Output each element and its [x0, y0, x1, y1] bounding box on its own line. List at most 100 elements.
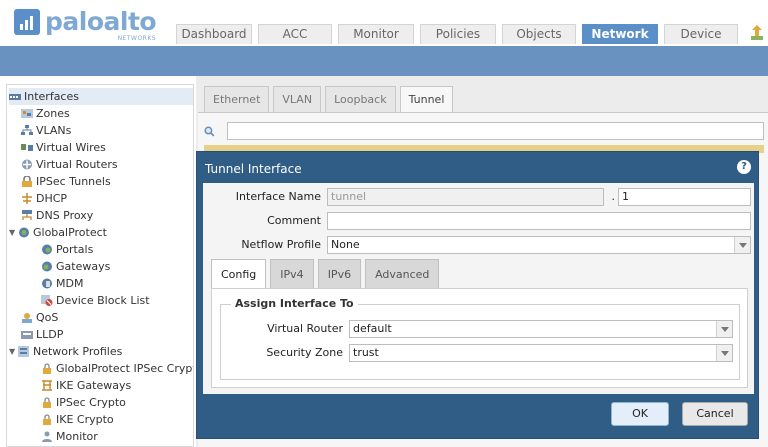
- sidebar-item-label: IPSec Crypto: [56, 396, 126, 409]
- sidebar-item-label: IKE Crypto: [56, 413, 114, 426]
- sidebar-item-label: Zones: [36, 107, 70, 120]
- tab-monitor[interactable]: Monitor: [338, 24, 414, 44]
- tab-config[interactable]: Config: [211, 259, 267, 288]
- sidebar-item-lldp[interactable]: LLDP: [21, 326, 63, 343]
- tab-advanced[interactable]: Advanced: [365, 259, 440, 288]
- sidebar-item-vlans[interactable]: VLANs: [21, 122, 71, 139]
- chevron-down-icon[interactable]: [716, 345, 732, 361]
- tab-ipv6[interactable]: IPv6: [317, 259, 362, 288]
- top-tab-bar: Dashboard ACC Monitor Policies Objects N…: [176, 24, 744, 44]
- help-icon[interactable]: ?: [737, 160, 751, 174]
- sidebar-nav: Interfaces Zones VLANs Virtual Wires Vir…: [6, 84, 194, 447]
- tab-objects[interactable]: Objects: [502, 24, 576, 44]
- comment-field[interactable]: [327, 212, 751, 230]
- lldp-icon: [21, 331, 33, 339]
- sidebar-item-label: LLDP: [36, 328, 64, 341]
- sidebar-item-label: Network Profiles: [33, 345, 123, 358]
- interfaces-icon: [9, 94, 21, 100]
- dialog-footer: OK Cancel: [197, 394, 758, 438]
- sidebar-item-virtual-routers[interactable]: Virtual Routers: [21, 156, 118, 173]
- monitor-icon: [42, 431, 52, 442]
- chevron-down-icon[interactable]: [716, 321, 732, 337]
- section-title: Assign Interface To: [231, 297, 358, 310]
- ike-gateways-icon: [42, 380, 52, 391]
- filter-input[interactable]: [226, 122, 764, 140]
- interface-tab-bar: Ethernet VLAN Loopback Tunnel: [204, 86, 457, 112]
- tab-dashboard[interactable]: Dashboard: [176, 24, 252, 44]
- tab-vlan[interactable]: VLAN: [273, 86, 322, 112]
- dialog-tab-bar: Config IPv4 IPv6 Advanced: [211, 259, 443, 288]
- sidebar-item-monitor[interactable]: Monitor: [41, 428, 98, 445]
- virtual-routers-icon: [22, 159, 32, 170]
- sidebar-item-mdm[interactable]: MDM: [41, 275, 83, 292]
- interface-dot-label: .: [611, 190, 616, 203]
- logo-word: paloalto: [45, 7, 157, 36]
- sidebar-item-label: Virtual Routers: [36, 158, 118, 171]
- tab-tunnel[interactable]: Tunnel: [399, 86, 454, 112]
- sidebar-item-label: IKE Gateways: [56, 379, 132, 392]
- top-header: paloalto NETWORKS Dashboard ACC Monitor …: [0, 0, 768, 46]
- dhcp-icon: [22, 193, 32, 204]
- tab-loopback[interactable]: Loopback: [325, 86, 396, 112]
- sidebar-item-globalprotect[interactable]: ▼ GlobalProtect: [9, 224, 107, 241]
- tab-device[interactable]: Device: [664, 24, 738, 44]
- sidebar-item-label: Portals: [56, 243, 94, 256]
- sidebar-item-label: GlobalProtect IPSec Crypt: [56, 362, 194, 375]
- sidebar-item-label: Interfaces: [24, 90, 79, 103]
- sidebar-item-ipsec-tunnels[interactable]: IPSec Tunnels: [21, 173, 111, 190]
- sidebar-item-portals[interactable]: Portals: [41, 241, 93, 258]
- tab-network[interactable]: Network: [582, 24, 658, 44]
- sidebar-item-ipsec-crypto[interactable]: IPSec Crypto: [41, 394, 126, 411]
- portals-icon: [42, 244, 52, 255]
- sidebar-item-interfaces[interactable]: Interfaces: [9, 88, 193, 105]
- vlans-icon: [21, 125, 33, 135]
- sidebar-item-device-block-list[interactable]: Device Block List: [41, 292, 150, 309]
- tab-policies[interactable]: Policies: [420, 24, 496, 44]
- tab-ipv4[interactable]: IPv4: [270, 259, 314, 288]
- sidebar-item-network-profiles[interactable]: ▼ Network Profiles: [9, 343, 122, 360]
- ipsec-tunnels-icon: [22, 176, 32, 187]
- interface-name-field: tunnel: [327, 188, 604, 206]
- interface-suffix-field[interactable]: 1: [618, 188, 751, 206]
- lock-icon: [43, 363, 51, 374]
- header-band: [0, 46, 768, 76]
- logo-mark-icon: [14, 9, 40, 35]
- netflow-profile-select[interactable]: None: [327, 236, 751, 254]
- sidebar-item-label: Monitor: [56, 430, 98, 443]
- ok-button[interactable]: OK: [611, 402, 669, 426]
- sidebar-item-label: IPSec Tunnels: [36, 175, 111, 188]
- sidebar-item-label: DHCP: [36, 192, 68, 205]
- dialog-body: Interface Name tunnel . 1 Comment Netflo…: [203, 183, 754, 394]
- commit-icon[interactable]: [750, 25, 764, 41]
- expand-toggle-icon[interactable]: ▼: [9, 343, 18, 360]
- sidebar-item-dns-proxy[interactable]: DNS Proxy: [21, 207, 93, 224]
- sidebar-item-virtual-wires[interactable]: Virtual Wires: [21, 139, 106, 156]
- sidebar-item-label: VLANs: [36, 124, 72, 137]
- sidebar-item-ike-crypto[interactable]: IKE Crypto: [41, 411, 114, 428]
- tab-ethernet[interactable]: Ethernet: [204, 86, 270, 112]
- zones-icon: [21, 109, 33, 118]
- netflow-profile-value: None: [331, 238, 360, 251]
- sidebar-item-zones[interactable]: Zones: [21, 105, 70, 122]
- sidebar-item-ike-gateways[interactable]: IKE Gateways: [41, 377, 131, 394]
- security-zone-label: Security Zone: [266, 346, 343, 359]
- comment-label: Comment: [267, 214, 321, 227]
- chevron-down-icon[interactable]: [734, 237, 750, 253]
- tab-acc[interactable]: ACC: [258, 24, 332, 44]
- sidebar-item-label: QoS: [36, 311, 59, 324]
- virtual-wires-icon: [21, 144, 33, 151]
- sidebar-item-globalprotect-ipsec-crypto[interactable]: GlobalProtect IPSec Crypt: [41, 360, 194, 377]
- sidebar-item-dhcp[interactable]: DHCP: [21, 190, 67, 207]
- security-zone-select[interactable]: trust: [349, 344, 733, 362]
- sidebar-item-label: Gateways: [56, 260, 111, 273]
- expand-toggle-icon[interactable]: ▼: [9, 224, 18, 241]
- paloalto-logo: paloalto NETWORKS: [14, 4, 157, 42]
- virtual-router-select[interactable]: default: [349, 320, 733, 338]
- sidebar-item-qos[interactable]: QoS: [21, 309, 58, 326]
- cancel-button[interactable]: Cancel: [682, 402, 748, 426]
- sidebar-item-gateways[interactable]: Gateways: [41, 258, 110, 275]
- netflow-profile-label: Netflow Profile: [241, 238, 321, 251]
- mdm-icon: [42, 278, 52, 289]
- logo-subtext: NETWORKS: [117, 35, 157, 42]
- sidebar-item-label: GlobalProtect: [33, 226, 107, 239]
